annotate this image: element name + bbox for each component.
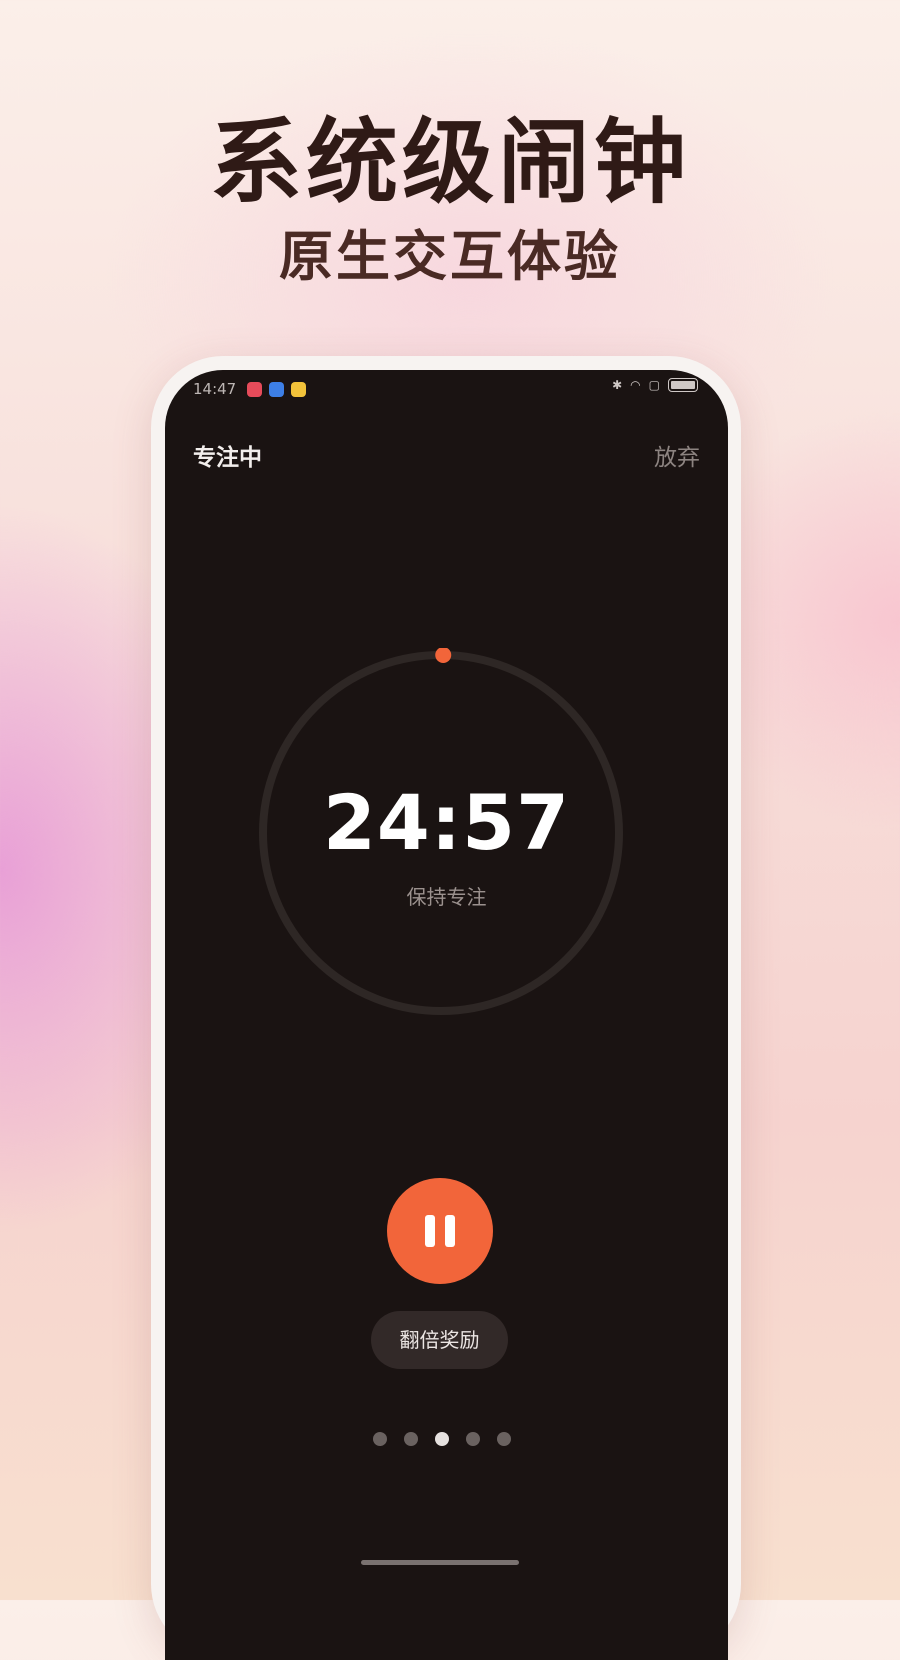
page-dot-1[interactable] [373,1432,387,1446]
home-indicator [361,1560,519,1565]
page-dot-5[interactable] [497,1432,511,1446]
video-app-icon [247,382,262,397]
hero-title: 系统级闹钟 [0,88,900,221]
bluetooth-icon: ✱ [612,378,622,392]
hero-subtitle: 原生交互体验 [0,212,900,291]
wifi-icon: ◠ [630,378,640,392]
screenshot-icon: ▢ [649,378,660,392]
heart-app-icon [291,382,306,397]
page-title: 专注中 [193,438,262,472]
battery-icon [668,378,698,392]
timer-value: 24:57 [165,778,728,867]
double-reward-button[interactable]: 翻倍奖励 [371,1311,508,1369]
page-dot-2[interactable] [404,1432,418,1446]
timer-caption: 保持专注 [165,881,728,910]
abandon-button[interactable]: 放弃 [654,438,700,472]
pause-icon [425,1215,455,1247]
page-dot-3[interactable] [435,1432,449,1446]
cloud-app-icon [269,382,284,397]
status-indicators: ✱ ◠ ▢ [612,378,698,392]
timer-progress-knob [435,648,451,663]
pause-button[interactable] [387,1178,493,1284]
status-time: 14:47 [193,380,236,398]
status-bar: 14:47 ✱ ◠ ▢ [165,370,728,410]
phone-screen: 14:47 ✱ ◠ ▢ 专注中 放弃 24:57 保持专注 翻倍奖励 [165,370,728,1660]
page-dot-4[interactable] [466,1432,480,1446]
